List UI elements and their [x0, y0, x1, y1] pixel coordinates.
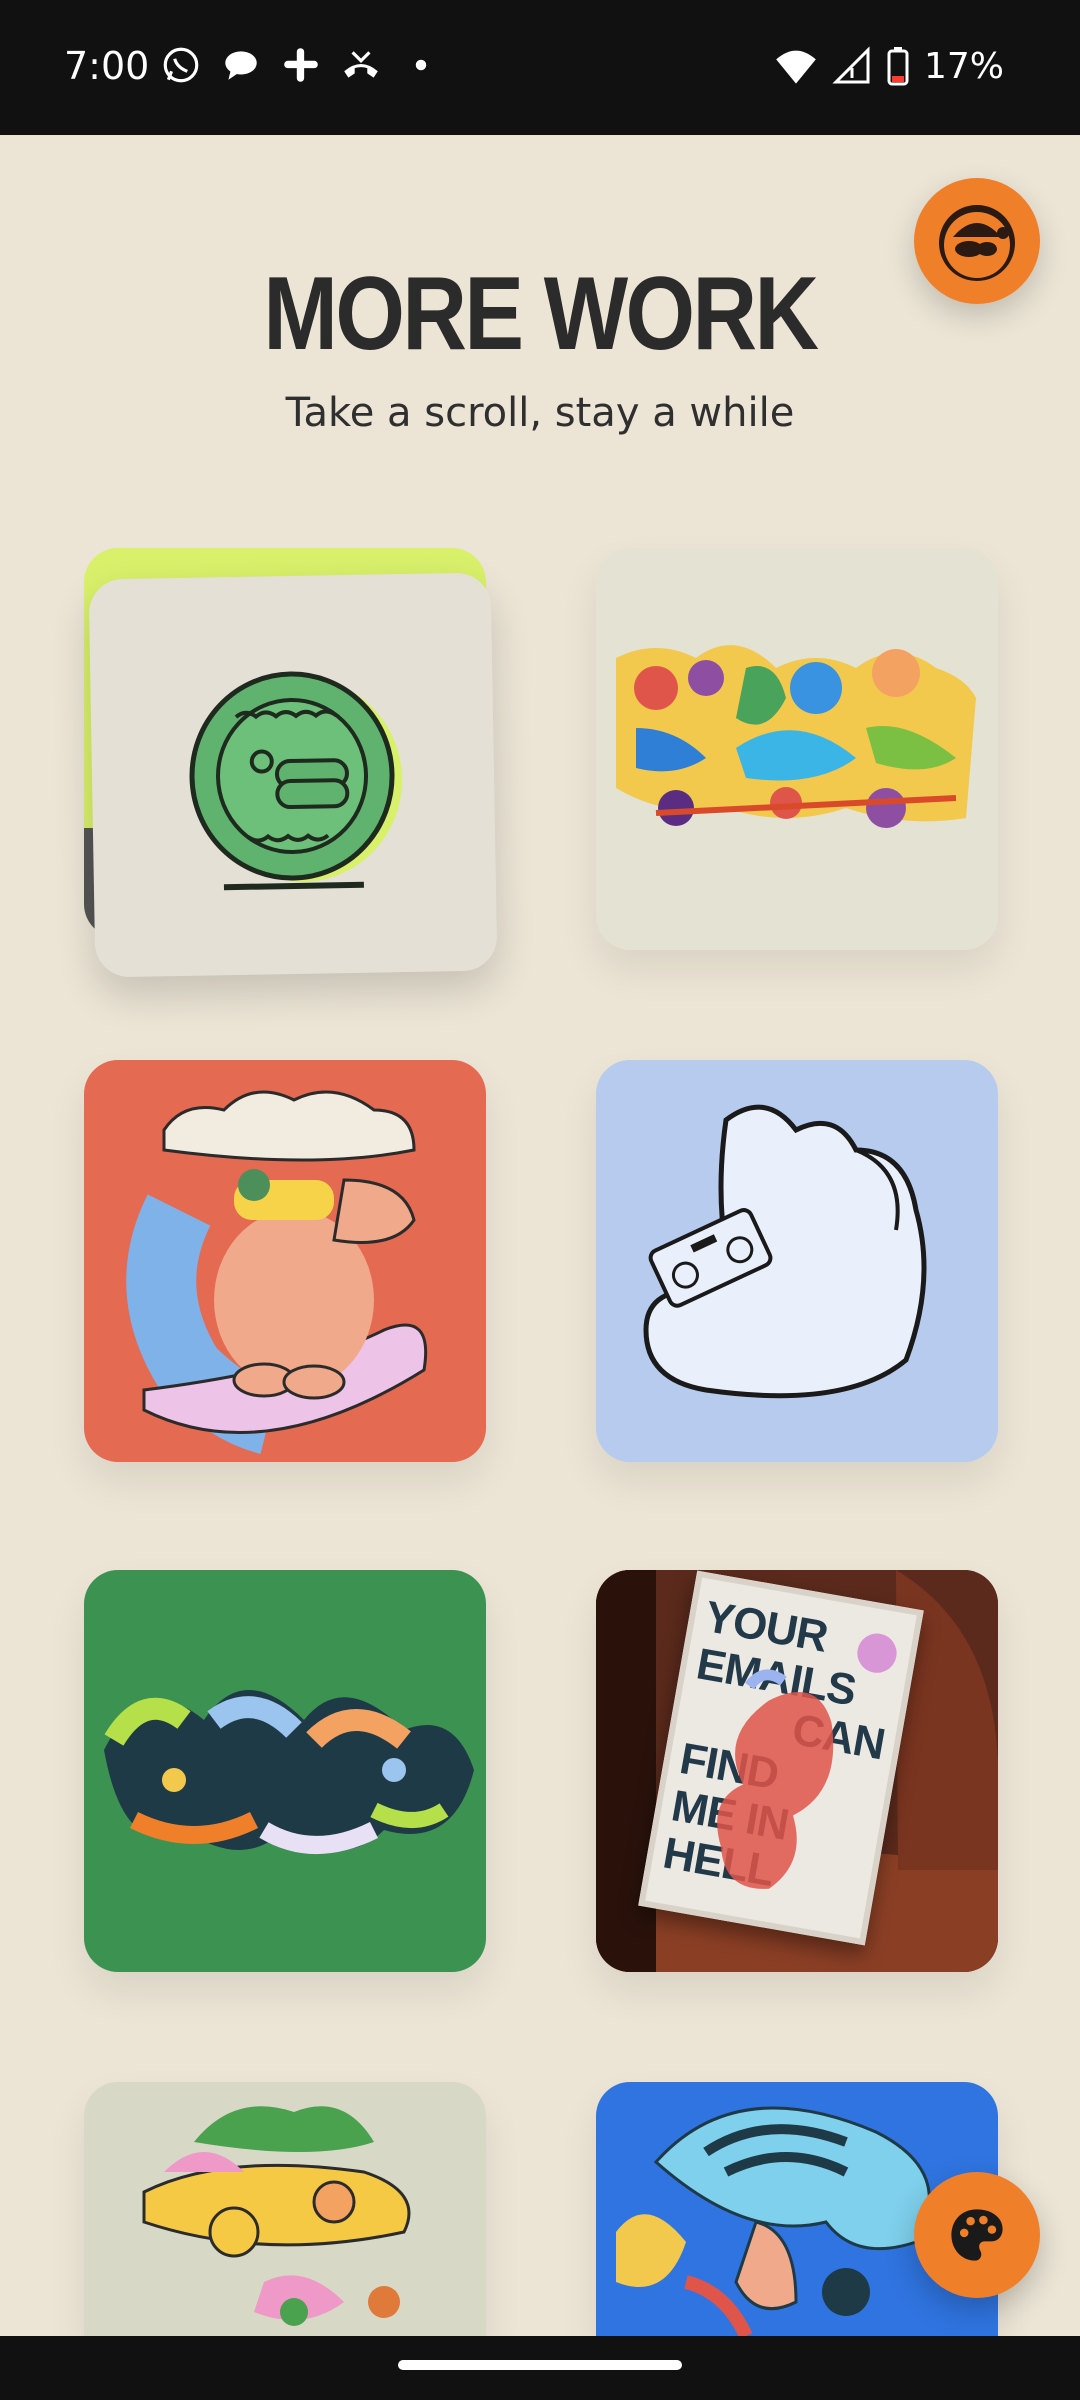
swirl-illustration [104, 1690, 474, 1854]
scooter-illustration [616, 645, 976, 828]
battery-percentage: 17% [923, 45, 1004, 87]
coin-illustration [189, 671, 403, 891]
avatar-face-icon [939, 205, 1015, 281]
status-time: 7:00 [64, 44, 150, 88]
surfer-illustration [126, 1090, 428, 1454]
palette-icon [951, 2209, 1003, 2261]
system-icons: 17% [774, 44, 1004, 88]
profile-avatar-button[interactable] [914, 178, 1040, 304]
page-subtitle: Take a scroll, stay a while [285, 390, 795, 436]
page-title: MORE WORK [263, 256, 819, 372]
skater-illustration [142, 2106, 411, 2326]
project-card-skater[interactable] [84, 2082, 486, 2336]
project-card-swirls[interactable] [84, 1570, 486, 1972]
whatsapp-icon [160, 44, 202, 86]
slack-icon [280, 44, 322, 86]
signal-icon [832, 46, 870, 84]
missed-call-icon [340, 44, 382, 86]
project-card-poster[interactable]: YOUR EMAILS CAN FIND ME IN HELL [596, 1570, 998, 1972]
battery-low-icon [887, 47, 909, 86]
dot-icon [400, 44, 442, 86]
project-card-scooters[interactable] [596, 548, 998, 950]
notification-icons [160, 44, 442, 86]
project-card-coin[interactable] [88, 572, 498, 978]
status-bar: 7:00 17% [0, 0, 1080, 135]
boombox-illustration [643, 1104, 927, 1399]
chat-bubble-icon [220, 44, 262, 86]
project-card-boombox[interactable] [596, 1060, 998, 1462]
home-gesture-handle[interactable] [398, 2360, 682, 2370]
palette-fab-button[interactable] [914, 2172, 1040, 2298]
project-card-surfer[interactable] [84, 1060, 486, 1462]
wifi-icon [776, 50, 816, 84]
